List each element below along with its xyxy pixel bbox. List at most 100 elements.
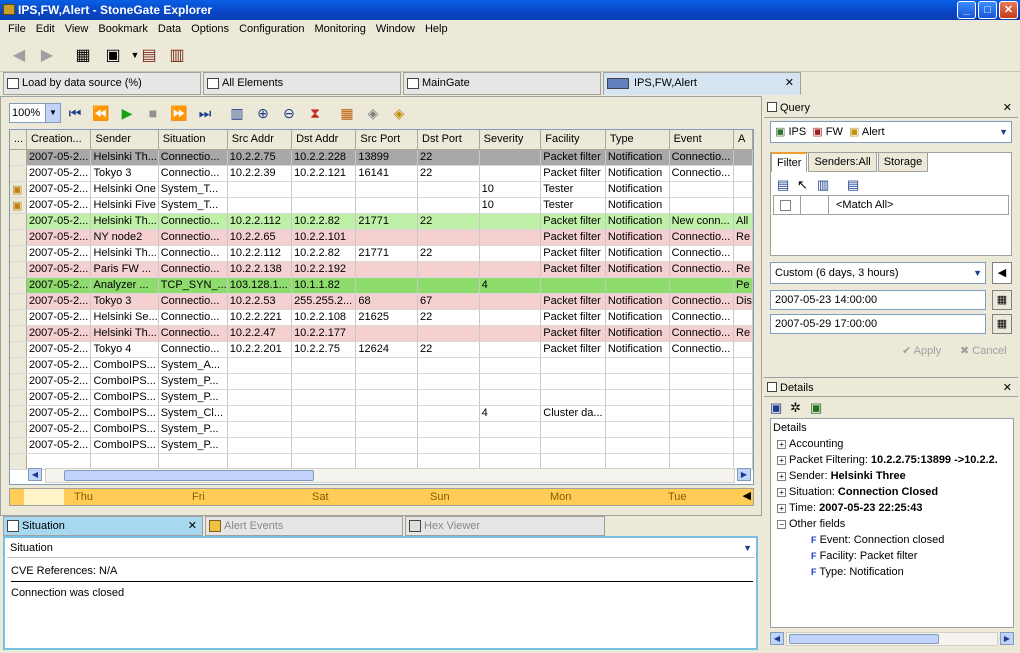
columns-settings-icon[interactable]: ▦ xyxy=(335,102,359,124)
timeline-selection[interactable] xyxy=(24,489,64,505)
column-header[interactable]: Event xyxy=(669,130,735,150)
zoom-in-icon[interactable]: ⊕ xyxy=(251,102,275,124)
start-time-field[interactable]: 2007-05-23 14:00:00 xyxy=(770,290,986,310)
tab-load-by-data-source[interactable]: Load by data source (%) xyxy=(3,72,201,95)
apply-button[interactable]: ✔ Apply xyxy=(902,344,941,357)
scroll-left-button[interactable]: ◀ xyxy=(28,468,42,481)
filter-icon[interactable]: ⧗ xyxy=(303,102,327,124)
view-icon[interactable]: ▣ xyxy=(810,400,822,416)
save-icon[interactable]: ▤ xyxy=(777,177,789,193)
horizontal-scrollbar[interactable] xyxy=(45,468,735,483)
column-header[interactable]: A xyxy=(733,130,753,150)
last-icon[interactable]: ⏭ xyxy=(193,102,217,124)
expand-icon[interactable]: ▣ xyxy=(770,400,782,416)
end-time-field[interactable]: 2007-05-29 17:00:00 xyxy=(770,314,986,334)
table-row[interactable]: 2007-05-2... Helsinki Th... Connectio... 10… xyxy=(10,325,753,342)
chevron-down-icon[interactable]: ▼ xyxy=(973,263,982,283)
zoom-select[interactable]: 100% ▼ xyxy=(9,103,61,123)
scroll-thumb[interactable] xyxy=(789,634,939,644)
data-source-select[interactable]: ▣ IPS ▣ FW ▣ Alert ▼ xyxy=(770,121,1012,143)
menu-options[interactable]: Options xyxy=(186,23,234,35)
close-icon[interactable]: ✕ xyxy=(1003,378,1012,398)
monitor-icon[interactable]: ▣ xyxy=(102,44,124,66)
scroll-right-button[interactable]: ▶ xyxy=(737,468,751,481)
table-row[interactable]: 2007-05-2... NY node2 Connectio... 10.2.2.6… xyxy=(10,229,753,246)
stop-icon[interactable]: ■ xyxy=(141,102,165,124)
menu-file[interactable]: File xyxy=(3,23,31,35)
tree-item-situation[interactable]: + Situation: Connection Closed xyxy=(777,486,938,498)
pointer-icon[interactable]: ↖ xyxy=(797,177,808,193)
table-row[interactable]: 2007-05-2... Helsinki Th... Connectio... 10… xyxy=(10,213,753,230)
table-row[interactable]: 2007-05-2... ComboIPS... System_P... xyxy=(10,437,753,454)
calendar-icon[interactable]: ▦ xyxy=(992,314,1012,334)
tab-maingate[interactable]: MainGate xyxy=(403,72,601,95)
back-arrow-icon[interactable]: ◀ xyxy=(8,44,30,66)
maximize-button[interactable]: □ xyxy=(978,1,997,19)
tab-ips-fw-alert[interactable]: IPS,FW,Alert ✕ xyxy=(603,72,801,95)
tab-hex-viewer[interactable]: Hex Viewer xyxy=(405,516,605,536)
table-row[interactable]: 2007-05-2... ComboIPS... System_P... xyxy=(10,421,753,438)
menu-help[interactable]: Help xyxy=(420,23,453,35)
network-icon[interactable]: ▤ xyxy=(138,44,160,66)
statistics-icon[interactable]: ▥ xyxy=(225,102,249,124)
zoom-out-icon[interactable]: ⊖ xyxy=(277,102,301,124)
time-range-arrow-icon[interactable]: ◀ xyxy=(992,262,1012,284)
devices-icon[interactable]: ▥ xyxy=(166,44,188,66)
menu-bookmark[interactable]: Bookmark xyxy=(93,23,153,35)
table-row[interactable]: 2007-05-2... Helsinki Se... Connectio... 10… xyxy=(10,309,753,326)
tab-alert-events[interactable]: Alert Events xyxy=(205,516,403,536)
table-row[interactable]: ▣ 2007-05-2... Helsinki Five System_T... 10 T… xyxy=(10,197,753,214)
table-row[interactable]: 2007-05-2... Tokyo 4 Connectio... 10.2.2.20… xyxy=(10,341,753,358)
menu-configuration[interactable]: Configuration xyxy=(234,23,309,35)
expand-plus-icon[interactable]: + xyxy=(777,503,786,513)
scroll-right-button[interactable]: ▶ xyxy=(1000,632,1014,645)
column-header[interactable]: ... xyxy=(10,130,27,150)
tab-senders[interactable]: Senders:All xyxy=(808,152,877,172)
table-row[interactable]: 2007-05-2... ComboIPS... System_Cl... 4 Clus… xyxy=(10,405,753,422)
tree-item-time[interactable]: + Time: 2007-05-23 22:25:43 xyxy=(777,502,923,514)
menu-window[interactable]: Window xyxy=(371,23,420,35)
expand-plus-icon[interactable]: + xyxy=(777,487,786,497)
close-button[interactable]: ✕ xyxy=(999,1,1018,19)
timeline-arrow-icon[interactable]: ◀ xyxy=(743,489,751,502)
list-icon[interactable]: ▤ xyxy=(847,177,859,193)
play-icon[interactable]: ▶ xyxy=(115,102,139,124)
expand-plus-icon[interactable]: + xyxy=(777,471,786,481)
column-header[interactable]: Situation xyxy=(158,130,228,150)
rewind-icon[interactable]: ⏪ xyxy=(89,102,113,124)
tag-icon[interactable]: ◈ xyxy=(361,102,385,124)
expand-plus-icon[interactable]: + xyxy=(777,439,786,449)
table-row[interactable]: 2007-05-2... Tokyo 3 Connectio... 10.2.2.39… xyxy=(10,165,753,182)
table-row[interactable]: 2007-05-2... Helsinki Th... Connectio... 10… xyxy=(10,245,753,262)
column-header[interactable]: Src Addr xyxy=(227,130,293,150)
menu-data[interactable]: Data xyxy=(153,23,186,35)
table-row[interactable]: 2007-05-2... ComboIPS... System_P... xyxy=(10,373,753,390)
alert-tag-icon[interactable]: ◈ xyxy=(387,102,411,124)
table-row[interactable]: 2007-05-2... ComboIPS... System_P... xyxy=(10,389,753,406)
table-row[interactable]: 2007-05-2... Paris FW ... Connectio... 10.2… xyxy=(10,261,753,278)
menu-monitoring[interactable]: Monitoring xyxy=(310,23,371,35)
details-horizontal-scrollbar[interactable] xyxy=(786,632,998,646)
table-row[interactable]: 2007-05-2... Analyzer ... TCP_SYN_... 103.1… xyxy=(10,277,753,294)
tab-storage[interactable]: Storage xyxy=(877,152,929,172)
first-icon[interactable]: ⏮ xyxy=(63,102,87,124)
time-range-select[interactable]: Custom (6 days, 3 hours) ▼ xyxy=(770,262,986,284)
column-header[interactable]: Creation... xyxy=(26,130,92,150)
menu-edit[interactable]: Edit xyxy=(31,23,60,35)
expand-plus-icon[interactable]: + xyxy=(777,455,786,465)
column-header[interactable]: Severity xyxy=(479,130,542,150)
tab-filter[interactable]: Filter xyxy=(771,152,808,172)
close-tab-icon[interactable]: ✕ xyxy=(188,517,197,535)
column-header[interactable]: Facility xyxy=(540,130,606,150)
table-row[interactable]: ▣ 2007-05-2... Helsinki One System_T... 10 Te… xyxy=(10,181,753,198)
chevron-down-icon[interactable]: ▼ xyxy=(999,122,1008,142)
situation-select[interactable]: Situation ▼ xyxy=(7,540,755,558)
timeline-bar[interactable]: Thu Fri Sat Sun Mon Tue ◀ xyxy=(9,488,754,506)
table-row[interactable]: 2007-05-2... Helsinki Th... Connectio... 10… xyxy=(10,149,753,166)
column-header[interactable]: Dst Port xyxy=(417,130,480,150)
column-header[interactable]: Dst Addr xyxy=(291,130,357,150)
fast-forward-icon[interactable]: ⏩ xyxy=(167,102,191,124)
close-icon[interactable]: ✕ xyxy=(1003,98,1012,118)
collapse-icon[interactable]: ✲ xyxy=(790,400,801,416)
scroll-left-button[interactable]: ◀ xyxy=(770,632,784,645)
